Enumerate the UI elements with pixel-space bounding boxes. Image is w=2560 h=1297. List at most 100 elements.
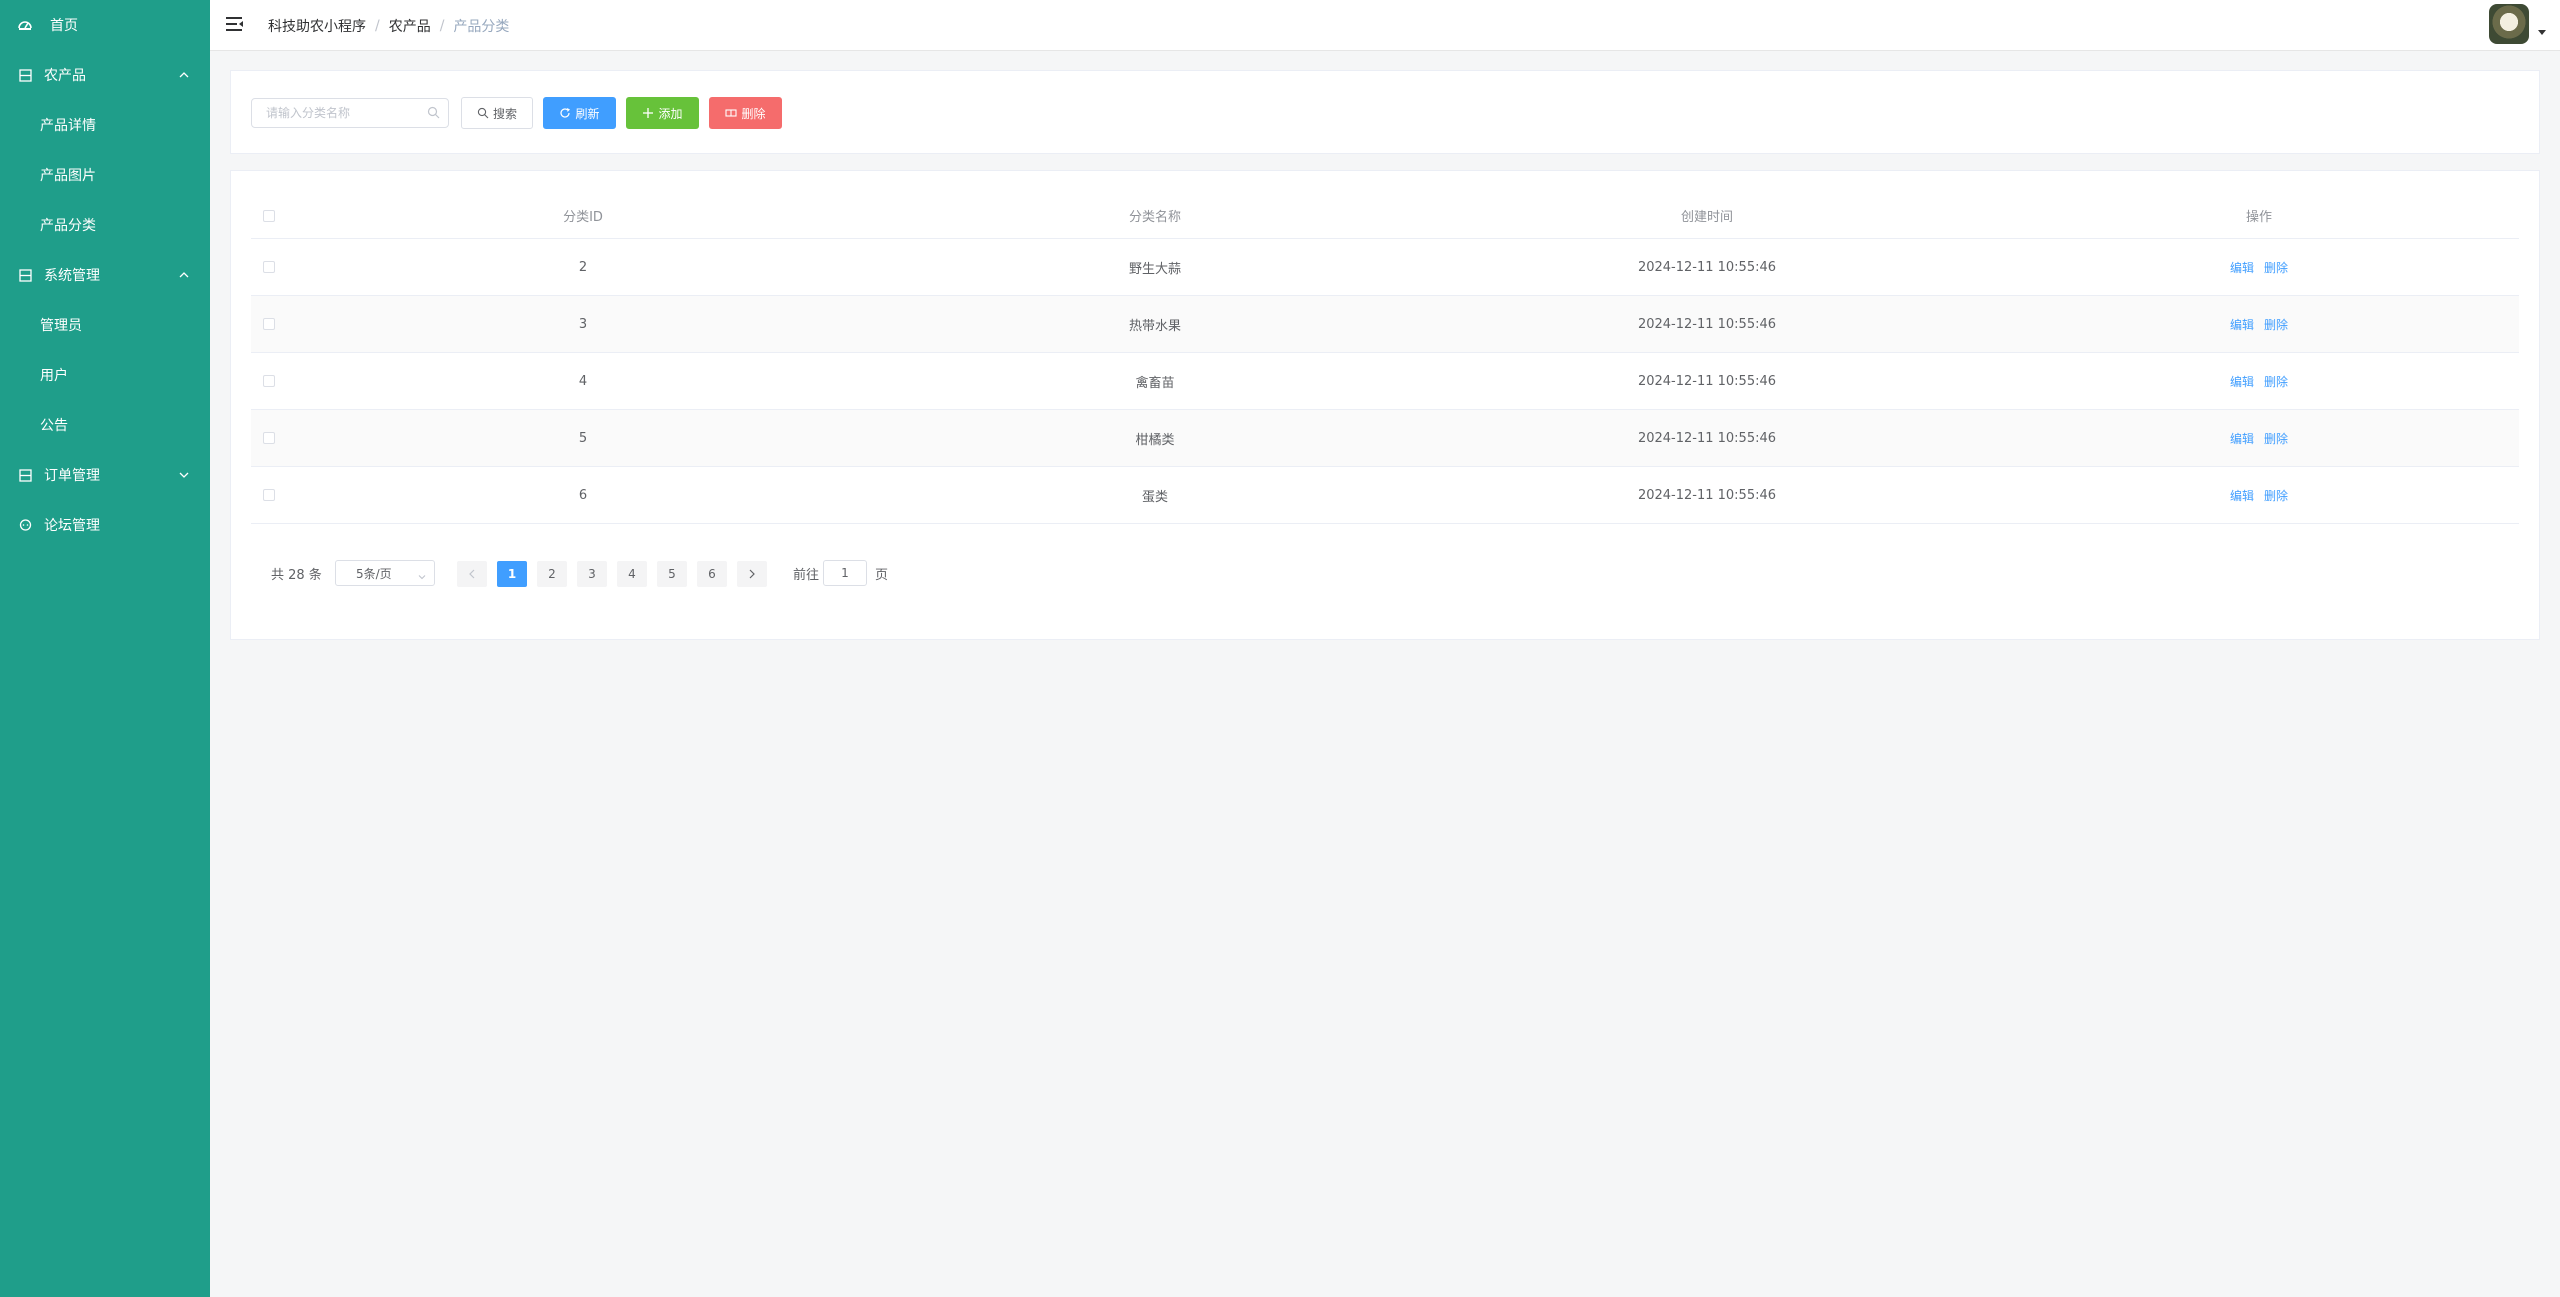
sidebar-item-users[interactable]: 用户 [0,350,210,400]
chevron-up-icon [178,69,190,81]
page-button-4[interactable]: 4 [617,561,647,587]
cell-created: 2024-12-11 10:55:46 [1637,487,1777,503]
sidebar-item-product-details[interactable]: 产品详情 [0,100,210,150]
search-panel: 搜索 刷新 添加 删除 [230,70,2540,154]
page-label: 页 [875,568,889,583]
menu-toggle-icon[interactable] [226,16,244,32]
sidebar-item-label: 产品图片 [40,168,96,184]
page-size-select[interactable]: 5条/页 [335,560,435,586]
delete-link[interactable]: 删除 [2264,373,2288,390]
dashboard-icon [18,18,32,32]
cell-id: 3 [578,316,588,332]
cell-actions: 编辑 删除 [1983,353,2535,409]
avatar[interactable] [2489,4,2529,44]
cell-name: 禽畜苗 [1135,375,1175,391]
sidebar-item-label: 公告 [40,418,68,434]
row-checkbox-cell [251,239,287,295]
table-row: 5 柑橘类 2024-12-11 10:55:46 编辑 删除 [251,410,2519,467]
delete-link[interactable]: 删除 [2264,430,2288,447]
cell-id: 2 [578,259,588,275]
sidebar-item-label: 系统管理 [44,268,100,284]
table-panel: 分类ID 分类名称 创建时间 操作 2 野生大蒜 2024-12-11 10:5… [230,170,2540,640]
column-header-name: 分类名称 [1128,210,1181,225]
delete-link[interactable]: 删除 [2264,259,2288,276]
sidebar-item-system-management[interactable]: 系统管理 [0,250,210,300]
cell-actions: 编辑 删除 [1983,410,2535,466]
grid-icon [18,468,32,482]
sidebar: 首页 农产品 产品详情 产品图片 产品分类 系统管理 管理员 用户 公告 订单管… [0,0,210,1297]
column-header-id: 分类ID [563,210,603,225]
chevron-up-icon [178,269,190,281]
edit-link[interactable]: 编辑 [2230,430,2254,447]
breadcrumb-item-home[interactable]: 科技助农小程序 [268,16,366,36]
refresh-icon [559,107,571,119]
sidebar-item-agri-products[interactable]: 农产品 [0,50,210,100]
breadcrumb-separator: / [375,18,380,34]
sidebar-item-label: 用户 [40,368,68,384]
sidebar-item-label: 论坛管理 [44,518,100,534]
page-button-3[interactable]: 3 [577,561,607,587]
edit-link[interactable]: 编辑 [2230,316,2254,333]
page-button-5[interactable]: 5 [657,561,687,587]
plus-icon [642,107,654,119]
cell-actions: 编辑 删除 [1983,467,2535,523]
breadcrumb-separator: / [439,18,445,34]
row-checkbox[interactable] [263,432,275,444]
search-button-label: 搜索 [492,106,517,121]
category-name-search-input[interactable] [251,98,449,128]
column-header-actions: 操作 [2245,210,2272,225]
cell-created: 2024-12-11 10:55:46 [1637,430,1777,446]
sidebar-item-label: 农产品 [44,68,86,84]
delete-link[interactable]: 删除 [2264,316,2288,333]
row-checkbox-cell [251,467,287,523]
table-row: 6 蛋类 2024-12-11 10:55:46 编辑 删除 [251,467,2519,524]
page-button-2[interactable]: 2 [537,561,567,587]
sidebar-item-label: 产品分类 [40,218,96,234]
caret-down-icon[interactable] [2538,30,2546,35]
sidebar-item-admin[interactable]: 管理员 [0,300,210,350]
sidebar-item-order-management[interactable]: 订单管理 [0,450,210,500]
column-header-created: 创建时间 [1680,210,1733,225]
row-checkbox[interactable] [263,261,275,273]
refresh-button-label: 刷新 [575,106,600,121]
chevron-right-icon [749,569,755,579]
cell-id: 5 [578,430,588,446]
row-checkbox[interactable] [263,489,275,501]
next-page-button[interactable] [737,561,767,587]
edit-link[interactable]: 编辑 [2230,259,2254,276]
sidebar-item-product-category[interactable]: 产品分类 [0,200,210,250]
sidebar-item-forum-management[interactable]: 论坛管理 [0,500,210,550]
sidebar-item-product-images[interactable]: 产品图片 [0,150,210,200]
sidebar-item-announcement[interactable]: 公告 [0,400,210,450]
prev-page-button[interactable] [457,561,487,587]
batch-delete-button[interactable]: 删除 [709,97,782,129]
search-button[interactable]: 搜索 [461,97,533,129]
sidebar-item-label: 产品详情 [40,118,96,134]
table-row: 3 热带水果 2024-12-11 10:55:46 编辑 删除 [251,296,2519,353]
goto-page-input[interactable] [823,560,867,586]
cell-id: 6 [578,487,588,503]
sidebar-item-home[interactable]: 首页 [0,0,210,50]
sidebar-item-label: 首页 [50,18,78,34]
breadcrumb-item-agri-products[interactable]: 农产品 [389,16,431,36]
table-row: 2 野生大蒜 2024-12-11 10:55:46 编辑 删除 [251,239,2519,296]
add-button[interactable]: 添加 [626,97,699,129]
select-all-checkbox[interactable] [263,209,275,222]
refresh-button[interactable]: 刷新 [543,97,616,129]
goto-label: 前往 [793,568,820,583]
delete-icon [725,107,738,119]
cell-created: 2024-12-11 10:55:46 [1637,316,1777,332]
page-button-6[interactable]: 6 [697,561,727,587]
page-button-1[interactable]: 1 [497,561,527,587]
cell-name: 蛋类 [1141,489,1168,505]
edit-link[interactable]: 编辑 [2230,373,2254,390]
row-checkbox[interactable] [263,318,275,330]
edit-link[interactable]: 编辑 [2230,487,2254,504]
row-checkbox-cell [251,296,287,352]
delete-link[interactable]: 删除 [2264,487,2288,504]
top-bar: 科技助农小程序 / 农产品 / 产品分类 [210,0,2560,51]
row-checkbox[interactable] [263,375,275,387]
cell-id: 4 [578,373,588,389]
chevron-down-icon [178,469,190,481]
header-checkbox-cell [251,193,287,238]
